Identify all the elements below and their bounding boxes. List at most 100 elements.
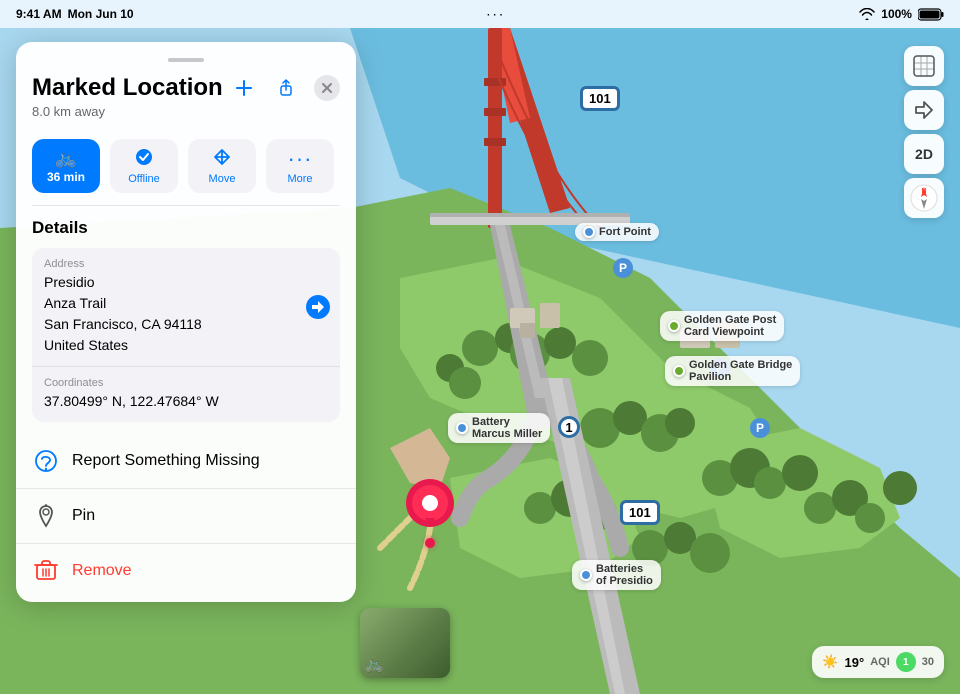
bike-icon: 🚲 xyxy=(55,149,77,167)
share-icon xyxy=(276,78,296,98)
action-buttons: 🚲 36 min Offline Move ··· More xyxy=(16,129,356,205)
drag-indicator xyxy=(168,58,204,62)
bike-time: 36 min xyxy=(47,170,85,184)
panel-subtitle: 8.0 km away xyxy=(32,104,340,119)
poi-label-text: Golden Gate PostCard Viewpoint xyxy=(684,314,776,338)
poi-fort-point[interactable]: Fort Point xyxy=(575,223,659,241)
coordinates-value: 37.80499° N, 122.47684° W xyxy=(44,391,328,412)
highway-101-mid: 101 xyxy=(620,500,660,525)
remove-label: Remove xyxy=(72,562,132,580)
highway-1: 1 xyxy=(558,416,580,438)
highway-101-top: 101 xyxy=(580,86,620,111)
poi-golden-gate-post[interactable]: Golden Gate PostCard Viewpoint xyxy=(660,311,784,341)
poi-dot xyxy=(583,226,595,238)
address-line4: United States xyxy=(44,337,128,353)
details-card: Address Presidio Anza Trail San Francisc… xyxy=(32,248,340,422)
pin-dot xyxy=(425,538,435,548)
status-bar-center: ··· xyxy=(487,7,506,21)
thumbnail-inner: 🚲 xyxy=(360,608,450,678)
move-button[interactable]: Move xyxy=(188,139,256,193)
status-bar-right: 100% xyxy=(859,7,944,21)
more-icon: ··· xyxy=(288,148,313,170)
aqi-badge: 1 xyxy=(896,652,916,672)
svg-text:N: N xyxy=(921,188,926,195)
report-icon xyxy=(32,447,60,475)
aqi-value: 30 xyxy=(922,656,934,668)
address-row: Address Presidio Anza Trail San Francisc… xyxy=(32,248,340,366)
map-type-button[interactable] xyxy=(904,46,944,86)
poi-label-text: Golden Gate BridgePavilion xyxy=(689,359,792,383)
map-type-icon xyxy=(913,55,935,77)
panel-title-actions xyxy=(230,74,340,102)
status-time: 9:41 AM xyxy=(16,7,62,21)
more-button[interactable]: ··· More xyxy=(266,139,334,193)
panel-header: Marked Location xyxy=(16,42,356,129)
pin-icon xyxy=(32,502,60,530)
report-missing-item[interactable]: Report Something Missing xyxy=(16,434,356,488)
battery-percentage: 100% xyxy=(881,7,912,21)
aqi-num: 1 xyxy=(903,657,909,668)
map-controls: 2D N xyxy=(904,46,944,218)
poi-label-text: Fort Point xyxy=(599,226,651,238)
wifi-icon xyxy=(859,8,875,20)
address-line2: Anza Trail xyxy=(44,295,106,311)
pin-label: Pin xyxy=(72,507,95,525)
offline-label: Offline xyxy=(128,173,160,185)
details-title: Details xyxy=(32,218,340,238)
status-dots: ··· xyxy=(487,10,506,21)
coordinates-label: Coordinates xyxy=(44,377,328,389)
plus-icon xyxy=(234,78,254,98)
details-section: Details Address Presidio Anza Trail San … xyxy=(16,206,356,430)
poi-dot xyxy=(456,422,468,434)
2d-toggle-button[interactable]: 2D xyxy=(904,134,944,174)
move-label: Move xyxy=(209,173,236,185)
panel-title-row: Marked Location xyxy=(32,74,340,102)
svg-text:P: P xyxy=(619,261,627,275)
poi-label-text: BatteryMarcus Miller xyxy=(472,416,542,440)
add-button[interactable] xyxy=(230,74,258,102)
weather-temp: 19° xyxy=(845,655,865,670)
compass-button[interactable]: N xyxy=(904,178,944,218)
offline-icon xyxy=(134,147,154,170)
poi-dot xyxy=(668,320,680,332)
location-pin[interactable] xyxy=(405,478,455,543)
move-icon xyxy=(212,147,232,170)
trash-icon xyxy=(32,557,60,585)
status-date: Mon Jun 10 xyxy=(68,7,134,21)
2d-label: 2D xyxy=(915,146,933,162)
coordinates-row: Coordinates 37.80499° N, 122.47684° W xyxy=(32,366,340,422)
panel-title: Marked Location xyxy=(32,74,223,102)
aqi-label: AQI xyxy=(870,656,890,668)
remove-item[interactable]: Remove xyxy=(16,543,356,598)
navigate-icon xyxy=(311,300,325,314)
status-bar-left: 9:41 AM Mon Jun 10 xyxy=(16,7,134,21)
report-missing-label: Report Something Missing xyxy=(72,452,260,470)
share-button[interactable] xyxy=(272,74,300,102)
address-value: Presidio Anza Trail San Francisco, CA 94… xyxy=(44,272,328,356)
map-thumbnail[interactable]: 🚲 xyxy=(360,608,450,678)
action-list: Report Something Missing Pin xyxy=(16,430,356,602)
address-line3: San Francisco, CA 94118 xyxy=(44,316,202,332)
poi-golden-gate-bridge-pavilion[interactable]: Golden Gate BridgePavilion xyxy=(665,356,800,386)
close-icon xyxy=(321,82,333,94)
poi-battery-marcus[interactable]: BatteryMarcus Miller xyxy=(448,413,550,443)
poi-label-text: Batteriesof Presidio xyxy=(596,563,653,587)
status-bar: 9:41 AM Mon Jun 10 ··· 100% xyxy=(0,0,960,28)
poi-batteries-presidio[interactable]: Batteriesof Presidio xyxy=(572,560,661,590)
address-label: Address xyxy=(44,258,328,270)
svg-text:P: P xyxy=(756,421,764,435)
weather-icon: ☀️ xyxy=(822,654,838,670)
offline-button[interactable]: Offline xyxy=(110,139,178,193)
compass-icon: N xyxy=(909,183,939,213)
directions-icon xyxy=(913,99,935,121)
more-label: More xyxy=(287,173,312,185)
close-button[interactable] xyxy=(314,75,340,101)
directions-button[interactable] xyxy=(904,90,944,130)
battery-icon xyxy=(918,8,944,21)
bike-button[interactable]: 🚲 36 min xyxy=(32,139,100,193)
location-panel: Marked Location xyxy=(16,42,356,602)
poi-dot xyxy=(580,569,592,581)
pin-item[interactable]: Pin xyxy=(16,488,356,543)
address-line1: Presidio xyxy=(44,274,95,290)
navigate-button[interactable] xyxy=(306,295,330,319)
